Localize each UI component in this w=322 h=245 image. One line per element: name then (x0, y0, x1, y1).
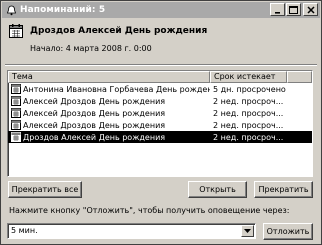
list-item[interactable]: Антонина Ивановна Горбачева День рождени… (8, 83, 312, 95)
list-item-subject: Алексей Дроздов День рождения (23, 108, 166, 118)
list-item-subject: Алексей Дроздов День рождения (23, 96, 166, 106)
calendar-item-icon (11, 108, 21, 118)
list-item-subject: Алексей Дроздов День рождения (23, 120, 166, 130)
list-item-due: 2 нед. просроч... (213, 108, 284, 118)
calendar-icon (9, 24, 23, 38)
maximize-button[interactable] (286, 3, 301, 16)
list-item-subject: Антонина Ивановна Горбачева День рождени… (23, 84, 210, 94)
window-title: Напоминаний: 5 (20, 5, 106, 15)
list-item-subject: Дроздов Алексей День рождения (23, 132, 166, 142)
column-header-subject[interactable]: Тема (8, 71, 210, 83)
reminder-list[interactable]: Тема Срок истекает Антонина Ивановна Гор… (7, 70, 313, 177)
minimize-button[interactable] (270, 3, 285, 16)
dismiss-all-button[interactable]: Прекратить все (8, 181, 82, 198)
open-button[interactable]: Открыть (188, 181, 247, 198)
calendar-item-icon (11, 120, 21, 130)
list-item[interactable]: Алексей Дроздов День рождения 2 нед. про… (8, 119, 312, 131)
column-header-due[interactable]: Срок истекает (210, 71, 287, 83)
list-item-due: 2 нед. просроч... (213, 120, 284, 130)
list-item-due: 2 нед. просроч... (213, 132, 284, 142)
list-header: Тема Срок истекает (8, 71, 312, 83)
calendar-item-icon (11, 84, 21, 94)
reminder-header: Дроздов Алексей День рождения Начало: 4 … (6, 22, 316, 58)
list-item-due: 2 нед. просроч... (213, 96, 284, 106)
calendar-item-icon (11, 96, 21, 106)
snooze-duration-value: 5 мин. (11, 226, 38, 235)
snooze-button[interactable]: Отложить (263, 223, 313, 240)
calendar-item-icon (11, 132, 21, 142)
list-item[interactable]: Алексей Дроздов День рождения 2 нед. про… (8, 95, 312, 107)
bell-icon (5, 4, 17, 16)
list-item-selected[interactable]: Дроздов Алексей День рождения 2 нед. про… (8, 131, 312, 143)
title-bar[interactable]: Напоминаний: 5 (2, 2, 320, 18)
snooze-duration-select[interactable]: 5 мин. (7, 223, 256, 239)
header-divider (5, 64, 317, 66)
reminder-start-time: Начало: 4 марта 2008 г. 0:00 (30, 44, 152, 53)
chevron-down-icon[interactable] (241, 225, 254, 237)
reminder-subject: Дроздов Алексей День рождения (30, 26, 208, 36)
column-header-filler (287, 71, 312, 83)
snooze-label: Нажмите кнопку "Отложить", чтобы получит… (9, 206, 290, 215)
dismiss-button[interactable]: Прекратить (254, 181, 313, 198)
list-item-due: 5 дн. просрочено (213, 84, 286, 94)
list-item[interactable]: Алексей Дроздов День рождения 2 нед. про… (8, 107, 312, 119)
reminders-window: Напоминаний: 5 Дроздов Алексей День рожд… (0, 0, 322, 245)
close-button[interactable] (303, 3, 318, 16)
